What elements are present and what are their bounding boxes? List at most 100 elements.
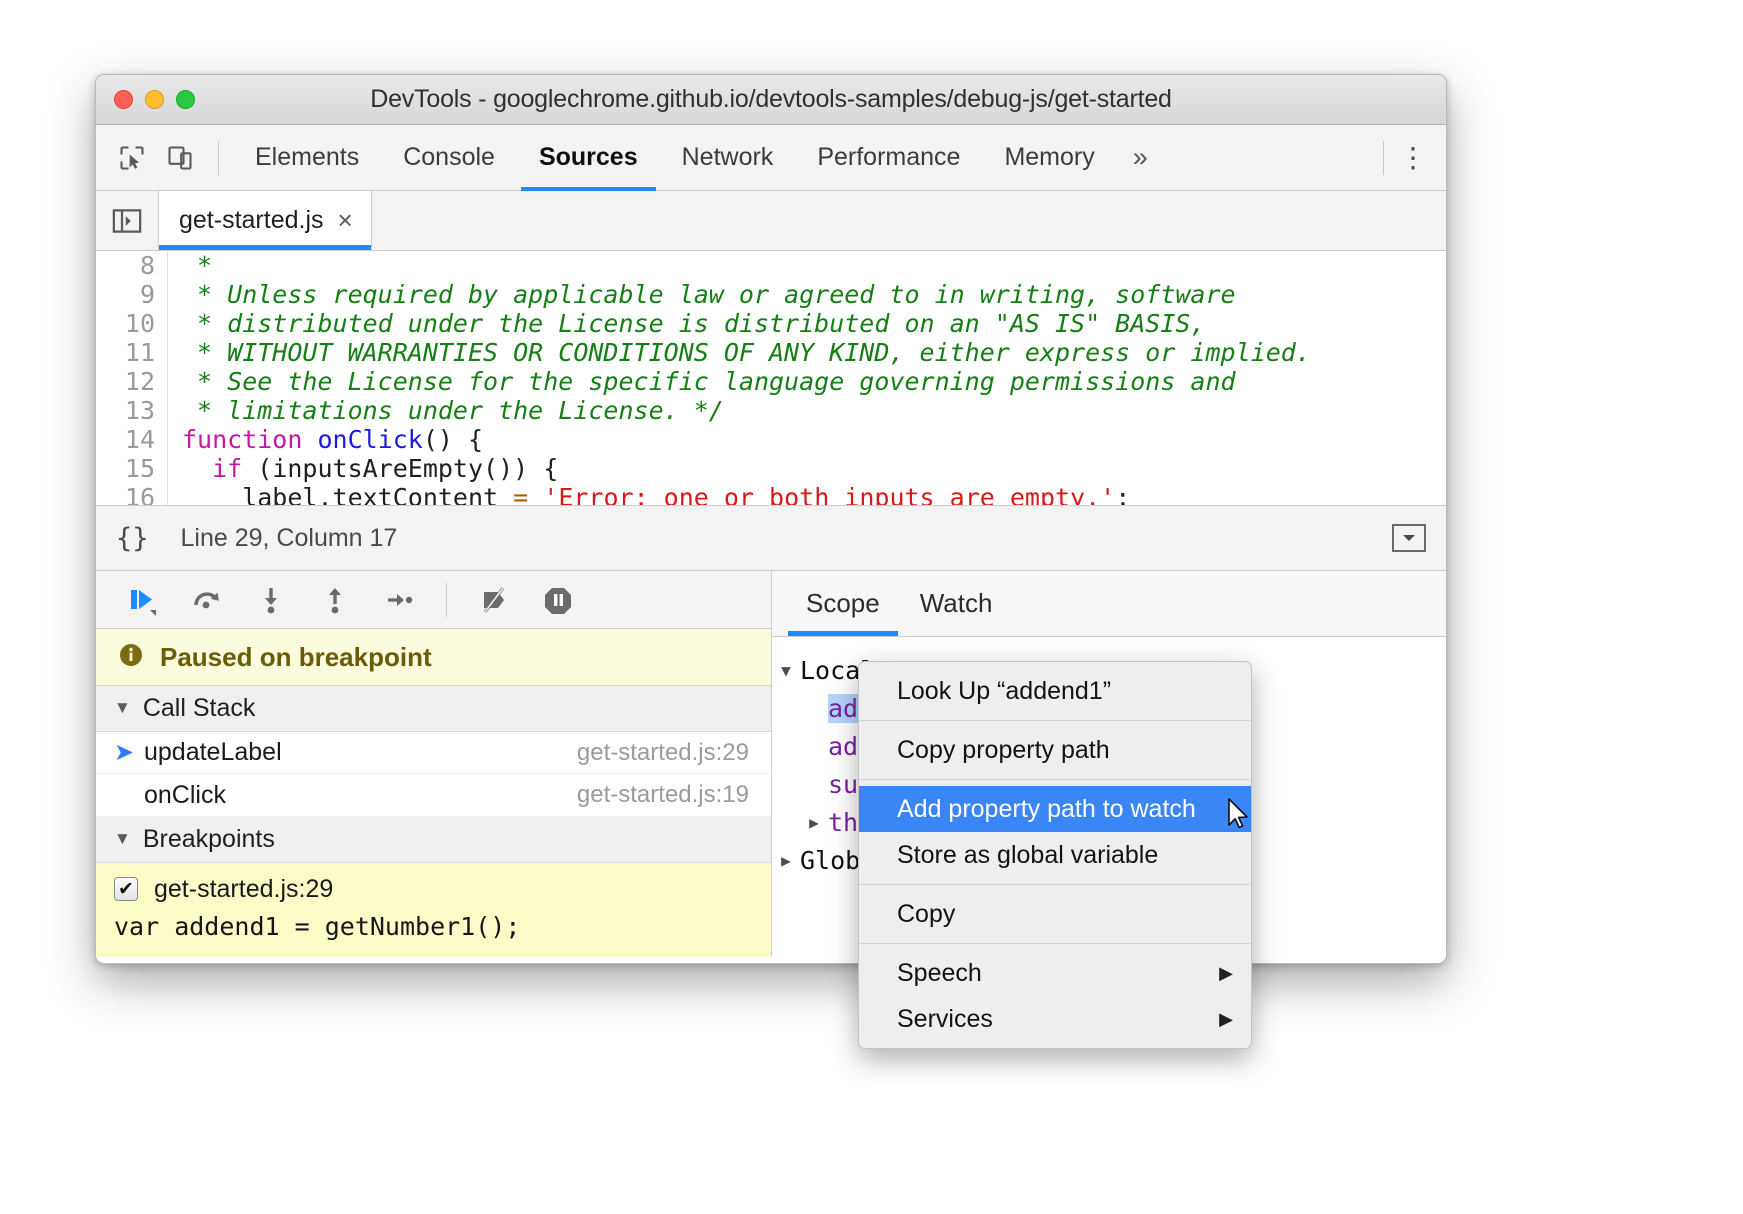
window-controls bbox=[114, 90, 195, 109]
submenu-arrow-icon: ▶ bbox=[1219, 963, 1233, 984]
close-window-button[interactable] bbox=[114, 90, 133, 109]
line-content: * Unless required by applicable law or a… bbox=[168, 280, 1236, 309]
more-tabs-icon[interactable]: » bbox=[1117, 125, 1164, 191]
context-menu-item-copy-property-path[interactable]: Copy property path bbox=[859, 727, 1251, 773]
code-line: 15 if (inputsAreEmpty()) { bbox=[96, 454, 1446, 483]
breakpoints-title: Breakpoints bbox=[143, 825, 275, 854]
pretty-print-icon[interactable]: {} bbox=[116, 523, 149, 554]
file-tab-get-started-js[interactable]: get-started.js × bbox=[158, 191, 372, 250]
call-stack-function: onClick bbox=[144, 781, 226, 810]
cursor-position-label: Line 29, Column 17 bbox=[181, 524, 398, 553]
scope-watch-tabbar: Scope Watch bbox=[772, 571, 1446, 637]
line-number: 11 bbox=[96, 338, 168, 367]
line-content: * limitations under the License. */ bbox=[168, 396, 724, 425]
call-stack-row[interactable]: ➤ updateLabel get-started.js:29 bbox=[96, 732, 771, 774]
step-over-icon[interactable] bbox=[178, 574, 236, 626]
tab-scope[interactable]: Scope bbox=[786, 571, 900, 636]
breakpoint-code-snippet: var addend1 = getNumber1(); bbox=[114, 912, 753, 941]
chevron-right-icon[interactable]: ▶ bbox=[772, 851, 800, 870]
chevron-right-icon[interactable]: ▶ bbox=[800, 813, 828, 832]
context-menu-item-store-as-global-variable[interactable]: Store as global variable bbox=[859, 832, 1251, 878]
context-menu-item-look-up[interactable]: Look Up “addend1” bbox=[859, 668, 1251, 714]
context-menu-item-services[interactable]: Services ▶ bbox=[859, 996, 1251, 1042]
call-stack-location[interactable]: get-started.js:19 bbox=[577, 781, 749, 809]
debugger-toolbar bbox=[96, 571, 771, 629]
code-line: 9 * Unless required by applicable law or… bbox=[96, 280, 1446, 309]
context-menu-item-add-property-path-to-watch[interactable]: Add property path to watch bbox=[859, 786, 1251, 832]
step-icon[interactable] bbox=[370, 574, 428, 626]
panel-tabs: Elements Console Sources Network Perform… bbox=[233, 125, 1164, 191]
call-stack-location[interactable]: get-started.js:29 bbox=[577, 739, 749, 767]
code-line: 11 * WITHOUT WARRANTIES OR CONDITIONS OF… bbox=[96, 338, 1446, 367]
show-console-drawer-icon[interactable] bbox=[1392, 524, 1426, 552]
toolbar-divider bbox=[218, 141, 219, 175]
tab-sources[interactable]: Sources bbox=[517, 125, 660, 191]
code-line: 14 function onClick() { bbox=[96, 425, 1446, 454]
context-menu-item-label: Services bbox=[897, 1005, 993, 1034]
tab-watch[interactable]: Watch bbox=[900, 571, 1013, 636]
debugger-toolbar-divider bbox=[446, 583, 447, 617]
submenu-arrow-icon: ▶ bbox=[1219, 1009, 1233, 1030]
file-tab-label: get-started.js bbox=[179, 206, 324, 235]
context-menu-separator bbox=[859, 943, 1251, 944]
code-token-keyword: function bbox=[182, 425, 302, 454]
close-icon[interactable]: × bbox=[338, 205, 353, 236]
chevron-down-icon: ▼ bbox=[114, 698, 131, 718]
code-token-comment: * See the License for the specific langu… bbox=[182, 367, 1236, 396]
context-menu-item-copy[interactable]: Copy bbox=[859, 891, 1251, 937]
paused-status-text: Paused on breakpoint bbox=[160, 642, 432, 673]
tab-performance[interactable]: Performance bbox=[795, 125, 982, 191]
window-titlebar: DevTools - googlechrome.github.io/devtoo… bbox=[96, 75, 1446, 125]
show-navigator-icon[interactable] bbox=[96, 191, 158, 250]
line-number: 9 bbox=[96, 280, 168, 309]
pause-on-exceptions-icon[interactable] bbox=[529, 574, 587, 626]
code-token-keyword: if bbox=[212, 454, 242, 483]
code-token-comment: * distributed under the License is distr… bbox=[182, 309, 1206, 338]
tab-elements[interactable]: Elements bbox=[233, 125, 381, 191]
code-token-comment: * Unless required by applicable law or a… bbox=[182, 280, 1236, 309]
file-tabbar: get-started.js × bbox=[96, 191, 1446, 251]
inspect-element-icon[interactable] bbox=[108, 134, 156, 182]
call-stack-row[interactable]: onClick get-started.js:19 bbox=[96, 774, 771, 816]
chevron-down-icon: ▼ bbox=[114, 829, 131, 849]
context-menu: Look Up “addend1” Copy property path Add… bbox=[858, 661, 1252, 1049]
breakpoint-checkbox[interactable]: ✔ bbox=[114, 877, 138, 901]
drawer-toggle-box[interactable] bbox=[1392, 524, 1426, 552]
code-token-plain: ; bbox=[1115, 483, 1130, 505]
code-token-string: 'Error: one or both inputs are empty.' bbox=[543, 483, 1115, 505]
code-token-comment: * limitations under the License. */ bbox=[182, 396, 724, 425]
context-menu-item-label: Speech bbox=[897, 959, 982, 988]
line-content: * distributed under the License is distr… bbox=[168, 309, 1206, 338]
context-menu-separator bbox=[859, 779, 1251, 780]
resume-icon[interactable] bbox=[114, 574, 172, 626]
breakpoint-location[interactable]: get-started.js:29 bbox=[154, 875, 333, 904]
code-token-plain bbox=[302, 425, 317, 454]
line-number: 14 bbox=[96, 425, 168, 454]
step-into-icon[interactable] bbox=[242, 574, 300, 626]
window-title: DevTools - googlechrome.github.io/devtoo… bbox=[96, 85, 1446, 114]
more-options-icon[interactable]: ⋮ bbox=[1398, 148, 1428, 168]
code-editor[interactable]: 8 * 9 * Unless required by applicable la… bbox=[96, 251, 1446, 505]
tab-console[interactable]: Console bbox=[381, 125, 517, 191]
breakpoints-header[interactable]: ▼ Breakpoints bbox=[96, 817, 771, 863]
tab-network[interactable]: Network bbox=[660, 125, 796, 191]
context-menu-separator bbox=[859, 884, 1251, 885]
call-stack-header[interactable]: ▼ Call Stack bbox=[96, 686, 771, 732]
code-token-comment: * WITHOUT WARRANTIES OR CONDITIONS OF AN… bbox=[182, 338, 1311, 367]
minimize-window-button[interactable] bbox=[145, 90, 164, 109]
code-token-plain bbox=[182, 454, 212, 483]
breakpoint-item[interactable]: ✔ get-started.js:29 var addend1 = getNum… bbox=[96, 863, 771, 957]
context-menu-separator bbox=[859, 720, 1251, 721]
tabbar-right-group: ⋮ bbox=[1369, 141, 1446, 175]
line-content: function onClick() { bbox=[168, 425, 483, 454]
call-stack-title: Call Stack bbox=[143, 694, 256, 723]
chevron-down-icon: ▼ bbox=[772, 661, 800, 680]
deactivate-breakpoints-icon[interactable] bbox=[465, 574, 523, 626]
tab-memory[interactable]: Memory bbox=[982, 125, 1116, 191]
device-toolbar-icon[interactable] bbox=[156, 134, 204, 182]
line-number: 10 bbox=[96, 309, 168, 338]
context-menu-item-speech[interactable]: Speech ▶ bbox=[859, 950, 1251, 996]
zoom-window-button[interactable] bbox=[176, 90, 195, 109]
step-out-icon[interactable] bbox=[306, 574, 364, 626]
code-line: 12 * See the License for the specific la… bbox=[96, 367, 1446, 396]
